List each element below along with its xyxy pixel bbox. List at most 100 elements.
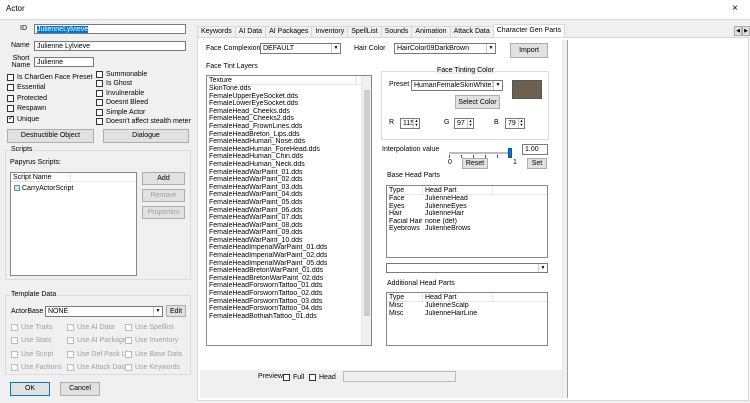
head-part-column[interactable]: Head Part bbox=[423, 293, 493, 301]
tab-sounds[interactable]: Sounds bbox=[380, 26, 413, 37]
head-part-column[interactable]: Head Part bbox=[423, 186, 493, 194]
list-item[interactable]: FemaleHeadHuman_Chin.dds bbox=[207, 153, 371, 161]
spinner-arrows-icon[interactable]: ▲ ▼ bbox=[413, 119, 419, 128]
remove-script-button[interactable]: Remove bbox=[142, 189, 185, 202]
table-row[interactable]: Eyebrows JulienneBrows bbox=[387, 225, 547, 233]
unique-checkbox[interactable]: Unique bbox=[7, 114, 95, 123]
destructible-object-button[interactable]: Destructible Object bbox=[7, 129, 94, 143]
checkbox-box[interactable] bbox=[11, 337, 18, 344]
list-item[interactable]: FemaleHeadBothiahTattoo_01.dds bbox=[207, 313, 371, 321]
tab-character-gen-parts[interactable]: Character Gen Parts bbox=[492, 24, 565, 37]
table-row[interactable]: Hair JulienneHair bbox=[387, 210, 547, 218]
short-name-field[interactable]: Julienne bbox=[34, 57, 94, 67]
list-item[interactable]: FemaleHeadImperialWarPaint_02.dds bbox=[207, 252, 371, 260]
list-item[interactable]: FemaleHeadImperialWarPaint_01.dds bbox=[207, 244, 371, 252]
tab-animation[interactable]: Animation bbox=[411, 26, 451, 37]
texture-scrollbar[interactable] bbox=[361, 76, 371, 345]
list-item[interactable]: FemaleHead_Cheeks2.dds bbox=[207, 115, 371, 123]
list-item[interactable]: FemaleHead_FrownLines.dds bbox=[207, 123, 371, 131]
tab-spelllist[interactable]: SpellList bbox=[347, 26, 382, 37]
scrollbar-thumb[interactable] bbox=[364, 90, 370, 316]
script-properties-button[interactable]: Properties bbox=[142, 206, 185, 219]
checkbox-box[interactable] bbox=[96, 118, 103, 125]
checkbox-box[interactable] bbox=[11, 350, 18, 358]
tab-ai-packages[interactable]: AI Packages bbox=[265, 26, 313, 37]
checkbox-box[interactable] bbox=[96, 89, 103, 97]
select-color-button[interactable]: Select Color bbox=[455, 95, 500, 109]
type-column[interactable]: Type bbox=[387, 186, 423, 194]
use-script-checkbox[interactable]: Use Script bbox=[11, 350, 67, 358]
actorbase-dropdown[interactable]: NONE ▼ bbox=[45, 306, 163, 317]
checkbox-box[interactable] bbox=[7, 114, 14, 123]
doesnt-bleed-checkbox[interactable]: Doesnt Bleed bbox=[96, 99, 188, 107]
tab-scroll-left-icon[interactable]: ◀ bbox=[734, 26, 742, 36]
tab-attack-data[interactable]: Attack Data bbox=[449, 26, 494, 37]
list-item[interactable]: FemaleHead_Cheeks.dds bbox=[207, 108, 371, 116]
list-item[interactable]: FemaleHeadWarPaint_08.dds bbox=[207, 222, 371, 230]
essential-checkbox[interactable]: Essential bbox=[7, 84, 95, 92]
head-part-dropdown[interactable]: ▼ bbox=[386, 263, 548, 273]
use-inventory-checkbox[interactable]: Use Inventory bbox=[125, 337, 191, 345]
checkbox-box[interactable] bbox=[67, 337, 74, 344]
list-item[interactable]: FemaleHeadForswornTattoo_04.dds bbox=[207, 305, 371, 313]
dialogue-button[interactable]: Dialogue bbox=[103, 129, 189, 143]
type-column[interactable]: Type bbox=[387, 293, 423, 301]
face-complexion-dropdown[interactable]: DEFAULT ▼ bbox=[260, 43, 341, 54]
set-button[interactable]: Set bbox=[527, 158, 547, 169]
edit-template-button[interactable]: Edit bbox=[166, 305, 186, 317]
green-spinner[interactable]: 97 ▲ ▼ bbox=[454, 118, 474, 129]
checkbox-box[interactable] bbox=[96, 99, 103, 106]
checkbox-box[interactable] bbox=[96, 108, 103, 116]
checkbox-box[interactable] bbox=[125, 337, 132, 344]
red-spinner[interactable]: 115 ▲ ▼ bbox=[400, 118, 420, 129]
table-row[interactable]: Misc JulienneHairLine bbox=[387, 310, 547, 318]
use-stats-checkbox[interactable]: Use Stats bbox=[11, 337, 67, 345]
reset-button[interactable]: Reset bbox=[462, 158, 488, 169]
chargen-preset-checkbox[interactable]: Is CharGen Face Preset bbox=[7, 73, 95, 81]
list-item[interactable]: FemaleHeadWarPaint_04.dds bbox=[207, 191, 371, 199]
list-item[interactable]: FemaleHeadForswornTattoo_03.dds bbox=[207, 298, 371, 306]
stealth-meter-checkbox[interactable]: Doesn't affect stealth meter bbox=[96, 118, 191, 126]
use-ai-data-checkbox[interactable]: Use AI Data bbox=[67, 323, 125, 331]
preview-full-checkbox[interactable]: Full bbox=[283, 373, 304, 381]
protected-checkbox[interactable]: Protected bbox=[7, 94, 95, 102]
checkbox-box[interactable] bbox=[7, 84, 14, 91]
close-icon[interactable]: × bbox=[724, 2, 746, 17]
use-attack-data-checkbox[interactable]: Use Attack Data bbox=[67, 364, 127, 372]
checkbox-box[interactable] bbox=[283, 373, 290, 381]
list-item[interactable]: FemaleHeadHuman_Neck.dds bbox=[207, 161, 371, 169]
scripts-list[interactable]: Script Name CarryActorScript bbox=[10, 172, 137, 276]
interpolation-slider[interactable] bbox=[449, 148, 512, 158]
list-item[interactable]: FemaleHeadWarPaint_06.dds bbox=[207, 207, 371, 215]
blue-spinner[interactable]: 79 ▲ ▼ bbox=[505, 118, 525, 129]
list-item[interactable]: FemaleHeadImperialWarPaint_05.dds bbox=[207, 260, 371, 268]
cancel-button[interactable]: Cancel bbox=[60, 382, 100, 396]
checkbox-box[interactable] bbox=[67, 350, 74, 358]
list-item[interactable]: CarryActorScript bbox=[11, 184, 136, 193]
tab-ai-data[interactable]: AI Data bbox=[234, 26, 267, 37]
list-item[interactable]: FemaleHeadWarPaint_10.dds bbox=[207, 237, 371, 245]
checkbox-box[interactable] bbox=[67, 323, 74, 331]
list-item[interactable]: FemaleHeadForswornTattoo_01.dds bbox=[207, 282, 371, 290]
hair-color-dropdown[interactable]: HairColor09DarkBrown ▼ bbox=[394, 43, 496, 54]
id-field[interactable]: JulienneLylvieve bbox=[34, 24, 186, 34]
ok-button[interactable]: OK bbox=[10, 382, 50, 396]
face-tint-layers-list[interactable]: Texture SkinTone.dds FemaleUpperEyeSocket… bbox=[206, 75, 372, 346]
checkbox-box[interactable] bbox=[11, 323, 18, 331]
respawn-checkbox[interactable]: Respawn bbox=[7, 105, 95, 113]
list-item[interactable]: SkinTone.dds bbox=[207, 85, 371, 93]
table-row[interactable]: Eyes JulienneEyes bbox=[387, 203, 547, 211]
preview-head-checkbox[interactable]: Head bbox=[309, 373, 336, 381]
tab-scroll-right-icon[interactable]: ▶ bbox=[742, 26, 750, 36]
import-button[interactable]: Import bbox=[510, 43, 548, 58]
simple-actor-checkbox[interactable]: Simple Actor bbox=[96, 108, 188, 116]
list-item[interactable]: FemaleHeadHuman_ForeHead.dds bbox=[207, 146, 371, 154]
list-item[interactable]: FemaleHeadHuman_Nose.dds bbox=[207, 138, 371, 146]
checkbox-box[interactable] bbox=[7, 105, 14, 112]
tint-preset-dropdown[interactable]: HumanFemaleSkinWhite10 ▼ bbox=[411, 80, 503, 91]
interpolation-value-field[interactable]: 1.00 bbox=[522, 144, 548, 155]
list-item[interactable]: FemaleLowerEyeSocket.dds bbox=[207, 100, 371, 108]
checkbox-box[interactable] bbox=[67, 364, 74, 371]
list-item[interactable]: FemaleHeadWarPaint_05.dds bbox=[207, 199, 371, 207]
checkbox-box[interactable] bbox=[96, 70, 103, 78]
